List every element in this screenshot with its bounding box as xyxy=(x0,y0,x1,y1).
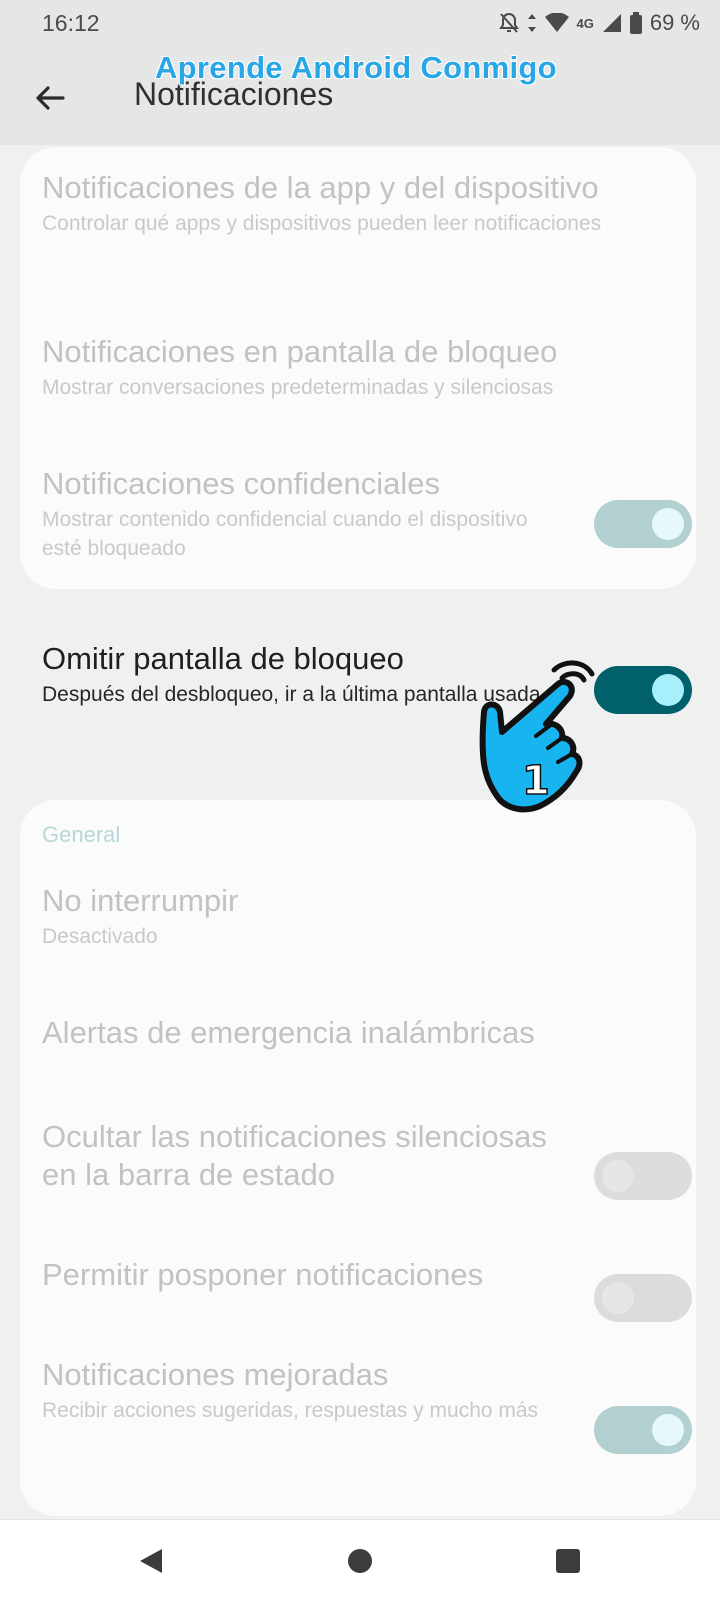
item-title: Notificaciones de la app y del dispositi… xyxy=(42,170,599,205)
enhanced-notifications-toggle[interactable] xyxy=(594,1406,692,1454)
item-title: Permitir posponer notificaciones xyxy=(42,1257,484,1292)
wifi-icon xyxy=(544,13,569,33)
settings-item-enhanced-notifications[interactable]: Notificaciones mejoradas Recibir accione… xyxy=(42,1356,562,1425)
battery-icon xyxy=(629,12,642,34)
circle-home-icon xyxy=(348,1549,372,1573)
allow-snooze-toggle[interactable] xyxy=(594,1274,692,1322)
item-subtitle: Controlar qué apps y dispositivos pueden… xyxy=(42,212,602,235)
watermark-text: Aprende Android Conmigo xyxy=(155,50,557,85)
step-number: 1 xyxy=(522,758,550,804)
back-button[interactable] xyxy=(30,78,70,118)
system-navigation-bar xyxy=(0,1519,720,1599)
item-title: Notificaciones confidenciales xyxy=(42,466,441,501)
triangle-back-icon xyxy=(140,1549,162,1573)
item-subtitle: Desactivado xyxy=(42,925,158,948)
item-title: Alertas de emergencia inalámbricas xyxy=(42,1015,535,1050)
data-transfer-icon xyxy=(527,13,537,33)
battery-percent: 69 % xyxy=(649,10,700,35)
notifications-muted-icon xyxy=(498,12,519,34)
item-title: Notificaciones mejoradas xyxy=(42,1357,389,1392)
signal-icon xyxy=(602,13,622,33)
status-icons: 4G 69 % xyxy=(498,8,700,38)
pointing-hand-icon: 1 xyxy=(479,660,595,813)
item-title: Notificaciones en pantalla de bloqueo xyxy=(42,334,558,369)
settings-item-app-device-notifications[interactable]: Notificaciones de la app y del dispositi… xyxy=(42,169,682,238)
item-subtitle: Recibir acciones sugeridas, respuestas y… xyxy=(42,1399,539,1422)
square-recents-icon xyxy=(556,1549,580,1573)
item-title: No interrumpir xyxy=(42,883,239,918)
settings-item-lock-screen-notifications[interactable]: Notificaciones en pantalla de bloqueo Mo… xyxy=(42,333,682,402)
nav-recents-button[interactable] xyxy=(551,1544,585,1578)
item-subtitle: Mostrar conversaciones predeterminadas y… xyxy=(42,376,554,399)
toggle-knob xyxy=(652,1414,684,1446)
toggle-knob xyxy=(602,1160,634,1192)
toggle-knob xyxy=(652,508,684,540)
settings-item-sensitive-notifications[interactable]: Notificaciones confidenciales Mostrar co… xyxy=(42,465,562,563)
sensitive-notifications-toggle[interactable] xyxy=(594,500,692,548)
top-app-bar: 16:12 4G 69 % Aprende Android Conmigo No… xyxy=(0,0,720,145)
notifications-settings-screen: 16:12 4G 69 % Aprende Android Conmigo No… xyxy=(0,0,720,1599)
general-settings-card: General No interrumpir Desactivado Alert… xyxy=(20,800,696,1516)
settings-item-allow-snooze[interactable]: Permitir posponer notificaciones xyxy=(42,1256,572,1294)
nav-back-button[interactable] xyxy=(134,1544,168,1578)
settings-item-wireless-emergency-alerts[interactable]: Alertas de emergencia inalámbricas xyxy=(42,1014,682,1052)
status-time: 16:12 xyxy=(42,10,100,36)
toggle-knob xyxy=(652,674,684,706)
section-header-general: General xyxy=(42,822,121,847)
arrow-back-icon xyxy=(36,86,65,110)
item-title: Ocultar las notificaciones silenciosas e… xyxy=(42,1119,547,1192)
skip-lock-screen-toggle[interactable] xyxy=(594,666,692,714)
notifications-privacy-card: Notificaciones de la app y del dispositi… xyxy=(20,147,696,589)
toggle-knob xyxy=(602,1282,634,1314)
network-type: 4G xyxy=(576,15,594,31)
settings-item-hide-silent-notifications[interactable]: Ocultar las notificaciones silenciosas e… xyxy=(42,1118,562,1194)
hide-silent-notifications-toggle[interactable] xyxy=(594,1152,692,1200)
settings-item-do-not-disturb[interactable]: No interrumpir Desactivado xyxy=(42,882,682,951)
nav-home-button[interactable] xyxy=(343,1544,377,1578)
item-subtitle: Mostrar contenido confidencial cuando el… xyxy=(42,508,528,560)
